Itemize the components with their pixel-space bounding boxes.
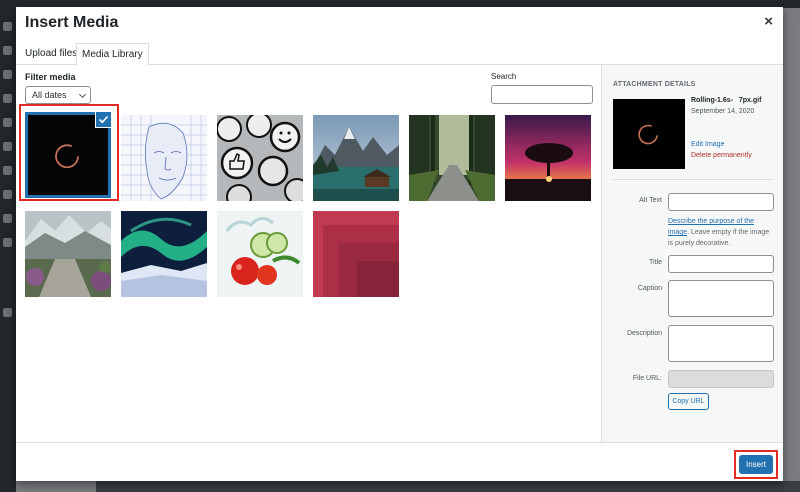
admin-sidebar	[0, 8, 16, 492]
tab-media-library[interactable]: Media Library	[76, 43, 149, 66]
media-item-forest-road[interactable]	[409, 115, 495, 201]
caption-label: Caption	[637, 285, 662, 292]
tab-upload-files[interactable]: Upload files	[20, 43, 82, 65]
alt-text-label: Alt Text	[639, 197, 662, 204]
media-item-aurora-snow[interactable]	[121, 211, 207, 297]
attachment-filename: Rolling-1.6s- 7px.gif	[691, 97, 762, 104]
media-item-icon-buttons[interactable]	[217, 115, 303, 201]
chevron-down-icon	[78, 90, 87, 99]
description-textarea[interactable]	[668, 325, 774, 362]
file-url-label: File URL:	[632, 375, 662, 382]
media-router-tabs: Upload files Media Library	[16, 43, 783, 66]
alt-text-help: Describe the purpose of the image. Leave…	[668, 216, 774, 249]
attachments-browser: Filter media All dates Search	[16, 65, 601, 442]
date-filter-select[interactable]: All dates	[25, 86, 91, 104]
dashboard-icon[interactable]	[3, 22, 12, 31]
attachment-details-panel: ATTACHMENT DETAILS Rolling-1.6s- 7px.gif…	[601, 65, 783, 442]
media-item-red-squares[interactable]	[313, 211, 399, 297]
settings-icon[interactable]	[3, 238, 12, 247]
plugins-icon[interactable]	[3, 166, 12, 175]
title-label: Title	[649, 259, 662, 266]
search-label: Search	[491, 72, 517, 81]
comments-icon[interactable]	[3, 118, 12, 127]
media-item-snowy-mountain-path[interactable]	[25, 211, 111, 297]
attachment-date: September 14, 2020	[691, 108, 755, 115]
checkmark-icon[interactable]	[96, 112, 111, 127]
media-icon[interactable]	[3, 70, 12, 79]
tools-icon[interactable]	[3, 214, 12, 223]
date-filter-value: All dates	[32, 90, 67, 100]
close-icon[interactable]: ×	[764, 14, 773, 30]
details-divider	[613, 179, 773, 180]
admin-footer-strip	[96, 481, 800, 492]
alt-text-input[interactable]	[668, 193, 774, 211]
edit-image-link[interactable]: Edit Image	[691, 141, 724, 148]
users-icon[interactable]	[3, 190, 12, 199]
posts-icon[interactable]	[3, 46, 12, 55]
file-url-input[interactable]	[668, 370, 774, 388]
filter-media-label: Filter media	[25, 72, 76, 82]
title-input[interactable]	[668, 255, 774, 273]
appearance-icon[interactable]	[3, 142, 12, 151]
search-input[interactable]	[491, 85, 593, 104]
insert-media-modal: Insert Media × Upload files Media Librar…	[16, 7, 783, 481]
media-item-tree-sunset[interactable]	[505, 115, 591, 201]
media-item-rolling-spinner[interactable]	[25, 112, 111, 198]
attachment-thumbnail	[613, 99, 685, 169]
copy-url-button[interactable]: Copy URL	[668, 393, 709, 410]
collapse-menu-icon[interactable]	[3, 308, 12, 317]
media-item-mountain-lake-cabin[interactable]	[313, 115, 399, 201]
media-item-vegetables-splash[interactable]	[217, 211, 303, 297]
attachment-details-heading: ATTACHMENT DETAILS	[613, 81, 696, 88]
modal-title: Insert Media	[25, 14, 119, 31]
insert-button[interactable]: Insert	[739, 455, 773, 474]
media-item-wireframe-face[interactable]	[121, 115, 207, 201]
description-label: Description	[626, 330, 662, 337]
pages-icon[interactable]	[3, 94, 12, 103]
modal-footer-toolbar: Insert	[16, 442, 783, 481]
caption-textarea[interactable]	[668, 280, 774, 317]
delete-permanently-link[interactable]: Delete permanently	[691, 152, 752, 159]
